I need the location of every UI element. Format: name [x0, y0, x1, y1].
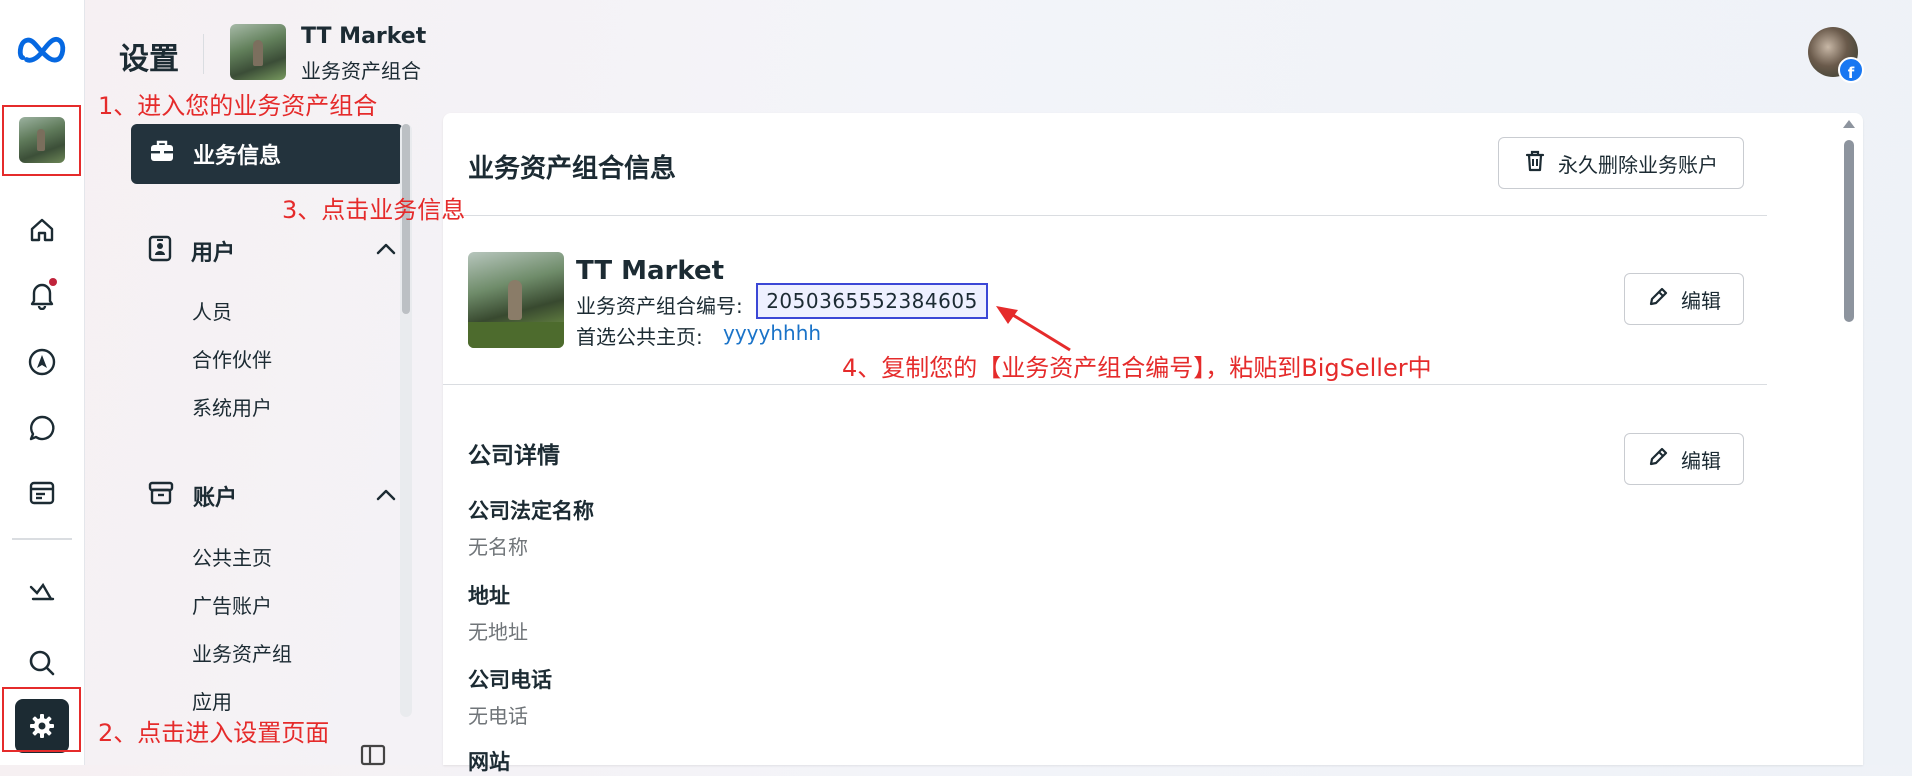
- home-icon[interactable]: [17, 205, 67, 255]
- notification-dot: [49, 278, 57, 286]
- facebook-badge-icon: f: [1838, 57, 1864, 83]
- nav-section-users[interactable]: 用户: [147, 234, 397, 268]
- trash-icon: [1524, 149, 1546, 178]
- annotation-step1: 1、进入您的业务资产组合: [98, 92, 378, 120]
- reports-icon[interactable]: [17, 567, 67, 617]
- nav-section-accounts[interactable]: 账户: [147, 480, 397, 512]
- scroll-up-icon[interactable]: [1843, 120, 1855, 128]
- business-image: [468, 252, 564, 348]
- card-title: 业务资产组合信息: [468, 154, 677, 184]
- portfolio-id-value[interactable]: 2050365552384605: [756, 283, 988, 319]
- annotation-step3: 3、点击业务信息: [282, 196, 466, 224]
- nav-item-system-users[interactable]: 系统用户: [192, 392, 272, 421]
- annotation-box-settings: [2, 687, 81, 752]
- divider: [443, 215, 1767, 216]
- rail-divider: [12, 538, 72, 540]
- annotation-step2: 2、点击进入设置页面: [98, 719, 330, 747]
- website-label: 网站: [468, 750, 510, 774]
- nav-item-asset-groups[interactable]: 业务资产组: [192, 638, 292, 667]
- nav-item-label: 业务信息: [193, 144, 282, 169]
- address-label: 地址: [468, 584, 510, 608]
- legal-name-label: 公司法定名称: [468, 499, 594, 523]
- search-icon[interactable]: [17, 638, 67, 688]
- edit-label: 编辑: [1681, 288, 1721, 313]
- billing-icon[interactable]: [17, 468, 67, 518]
- business-thumbnail[interactable]: [230, 24, 286, 80]
- edit-label: 编辑: [1681, 448, 1721, 473]
- page-title: 设置: [119, 42, 179, 77]
- chat-icon[interactable]: [17, 403, 67, 453]
- nav-item-pages[interactable]: 公共主页: [192, 542, 272, 571]
- legal-name-value: 无名称: [468, 535, 528, 559]
- business-name[interactable]: TT Market: [301, 24, 426, 49]
- nav-item-apps[interactable]: 应用: [192, 686, 232, 715]
- divider: [443, 384, 1767, 385]
- edit-business-button[interactable]: 编辑: [1624, 273, 1744, 325]
- header-divider: [203, 34, 204, 74]
- nav-section-label: 账户: [193, 486, 238, 511]
- annotation-step4: 4、复制您的【业务资产组合编号】，粘贴到BigSeller中: [842, 354, 1432, 382]
- annotation-arrow-icon: [996, 306, 1071, 352]
- main-scrollbar[interactable]: [1841, 116, 1857, 765]
- bell-icon[interactable]: [17, 270, 67, 320]
- nav-item-business-info[interactable]: 业务信息: [131, 124, 403, 184]
- archive-icon: [147, 480, 175, 512]
- annotation-box-portfolio: [2, 105, 81, 176]
- phone-label: 公司电话: [468, 668, 552, 692]
- chevron-up-icon[interactable]: [375, 237, 397, 262]
- business-subtitle: 业务资产组合: [301, 59, 421, 83]
- address-value: 无地址: [468, 620, 528, 644]
- meta-logo-icon[interactable]: [17, 24, 67, 74]
- briefcase-icon: [149, 139, 175, 169]
- nav-item-ad-accounts[interactable]: 广告账户: [192, 590, 272, 619]
- id-badge-icon: [147, 234, 173, 268]
- nav-item-people[interactable]: 人员: [192, 296, 232, 325]
- scrollbar-thumb[interactable]: [1844, 140, 1854, 322]
- phone-value: 无电话: [468, 704, 528, 728]
- company-details-title: 公司详情: [468, 443, 560, 469]
- preferred-page-label: 首选公共主页:: [576, 325, 703, 349]
- portfolio-id-label: 业务资产组合编号:: [576, 294, 743, 318]
- nav-item-partners[interactable]: 合作伙伴: [192, 344, 272, 373]
- business-name: TT Market: [576, 256, 725, 286]
- pencil-icon: [1647, 446, 1669, 473]
- delete-business-label: 永久删除业务账户: [1558, 152, 1718, 177]
- preferred-page-link[interactable]: yyyyhhhh: [723, 321, 821, 345]
- delete-business-button[interactable]: 永久删除业务账户: [1498, 137, 1744, 189]
- chevron-up-icon[interactable]: [375, 483, 397, 508]
- navigation-icon[interactable]: [17, 337, 67, 387]
- collapse-panel-icon[interactable]: [360, 744, 386, 772]
- nav-section-label: 用户: [191, 241, 236, 266]
- pencil-icon: [1647, 286, 1669, 313]
- edit-company-button[interactable]: 编辑: [1624, 433, 1744, 485]
